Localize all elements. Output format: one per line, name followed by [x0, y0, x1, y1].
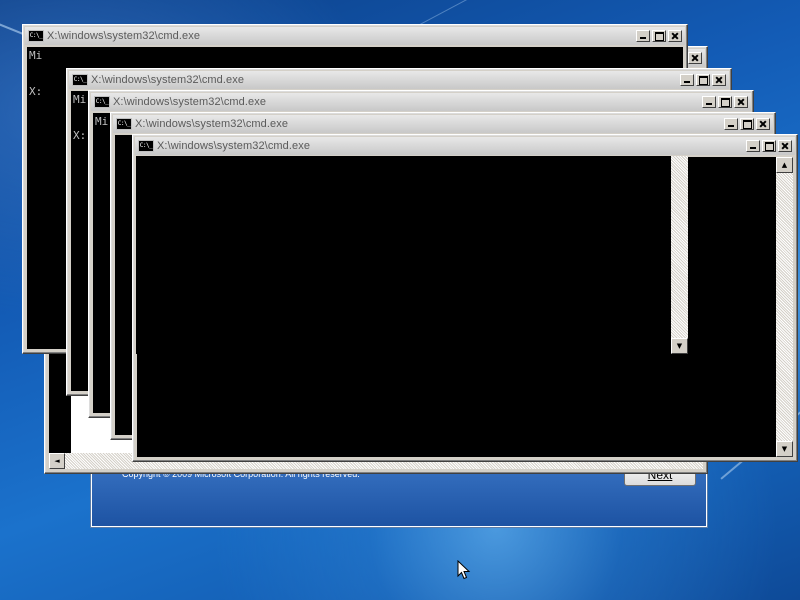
window-title: X:\windows\system32\cmd.exe [91, 74, 245, 86]
maximize-icon[interactable] [718, 96, 732, 108]
minimize-icon[interactable] [746, 140, 760, 152]
window-titlebar[interactable]: C:\_ X:\windows\system32\cmd.exe [91, 93, 751, 111]
console-line: Mi [29, 49, 43, 62]
mouse-pointer-icon [457, 560, 471, 580]
window-titlebar[interactable]: C:\_ X:\windows\system32\cmd.exe [113, 115, 773, 133]
close-icon[interactable] [778, 140, 792, 152]
cmd-icon: C:\_ [28, 30, 44, 42]
window-title: X:\windows\system32\cmd.exe [135, 118, 289, 130]
maximize-icon[interactable] [740, 118, 754, 130]
cmd-window[interactable]: ▼ [132, 134, 688, 354]
maximize-icon[interactable] [652, 30, 666, 42]
scroll-down-icon[interactable]: ▼ [776, 441, 793, 457]
minimize-icon[interactable] [680, 74, 694, 86]
cmd-icon: C:\_ [72, 74, 88, 86]
scroll-up-icon[interactable]: ▲ [776, 157, 793, 173]
window-title: X:\windows\system32\cmd.exe [113, 96, 267, 108]
maximize-icon[interactable] [762, 140, 776, 152]
vertical-scrollbar[interactable]: ▲ ▼ [776, 157, 793, 457]
scroll-down-icon[interactable]: ▼ [671, 338, 688, 354]
close-icon[interactable] [668, 30, 682, 42]
minimize-icon[interactable] [702, 96, 716, 108]
window-titlebar[interactable]: C:\_ X:\windows\system32\cmd.exe [25, 27, 685, 45]
window-title: X:\windows\system32\cmd.exe [47, 30, 201, 42]
close-icon[interactable] [712, 74, 726, 86]
console-line: X: [29, 85, 43, 98]
scroll-left-icon[interactable]: ◄ [49, 453, 65, 469]
vertical-scrollbar[interactable]: ▼ [671, 156, 688, 354]
console-line: X: [73, 129, 87, 142]
close-icon[interactable] [756, 118, 770, 130]
console-area[interactable]: ▼ [136, 156, 688, 354]
minimize-icon[interactable] [724, 118, 738, 130]
console-line: Mi [73, 93, 87, 106]
console-line: Mi [95, 115, 109, 128]
maximize-icon[interactable] [696, 74, 710, 86]
close-icon[interactable] [734, 96, 748, 108]
close-icon[interactable] [688, 52, 702, 64]
cmd-icon: C:\_ [116, 118, 132, 130]
cmd-icon: C:\_ [94, 96, 110, 108]
window-titlebar[interactable]: C:\_ X:\windows\system32\cmd.exe [69, 71, 729, 89]
minimize-icon[interactable] [636, 30, 650, 42]
